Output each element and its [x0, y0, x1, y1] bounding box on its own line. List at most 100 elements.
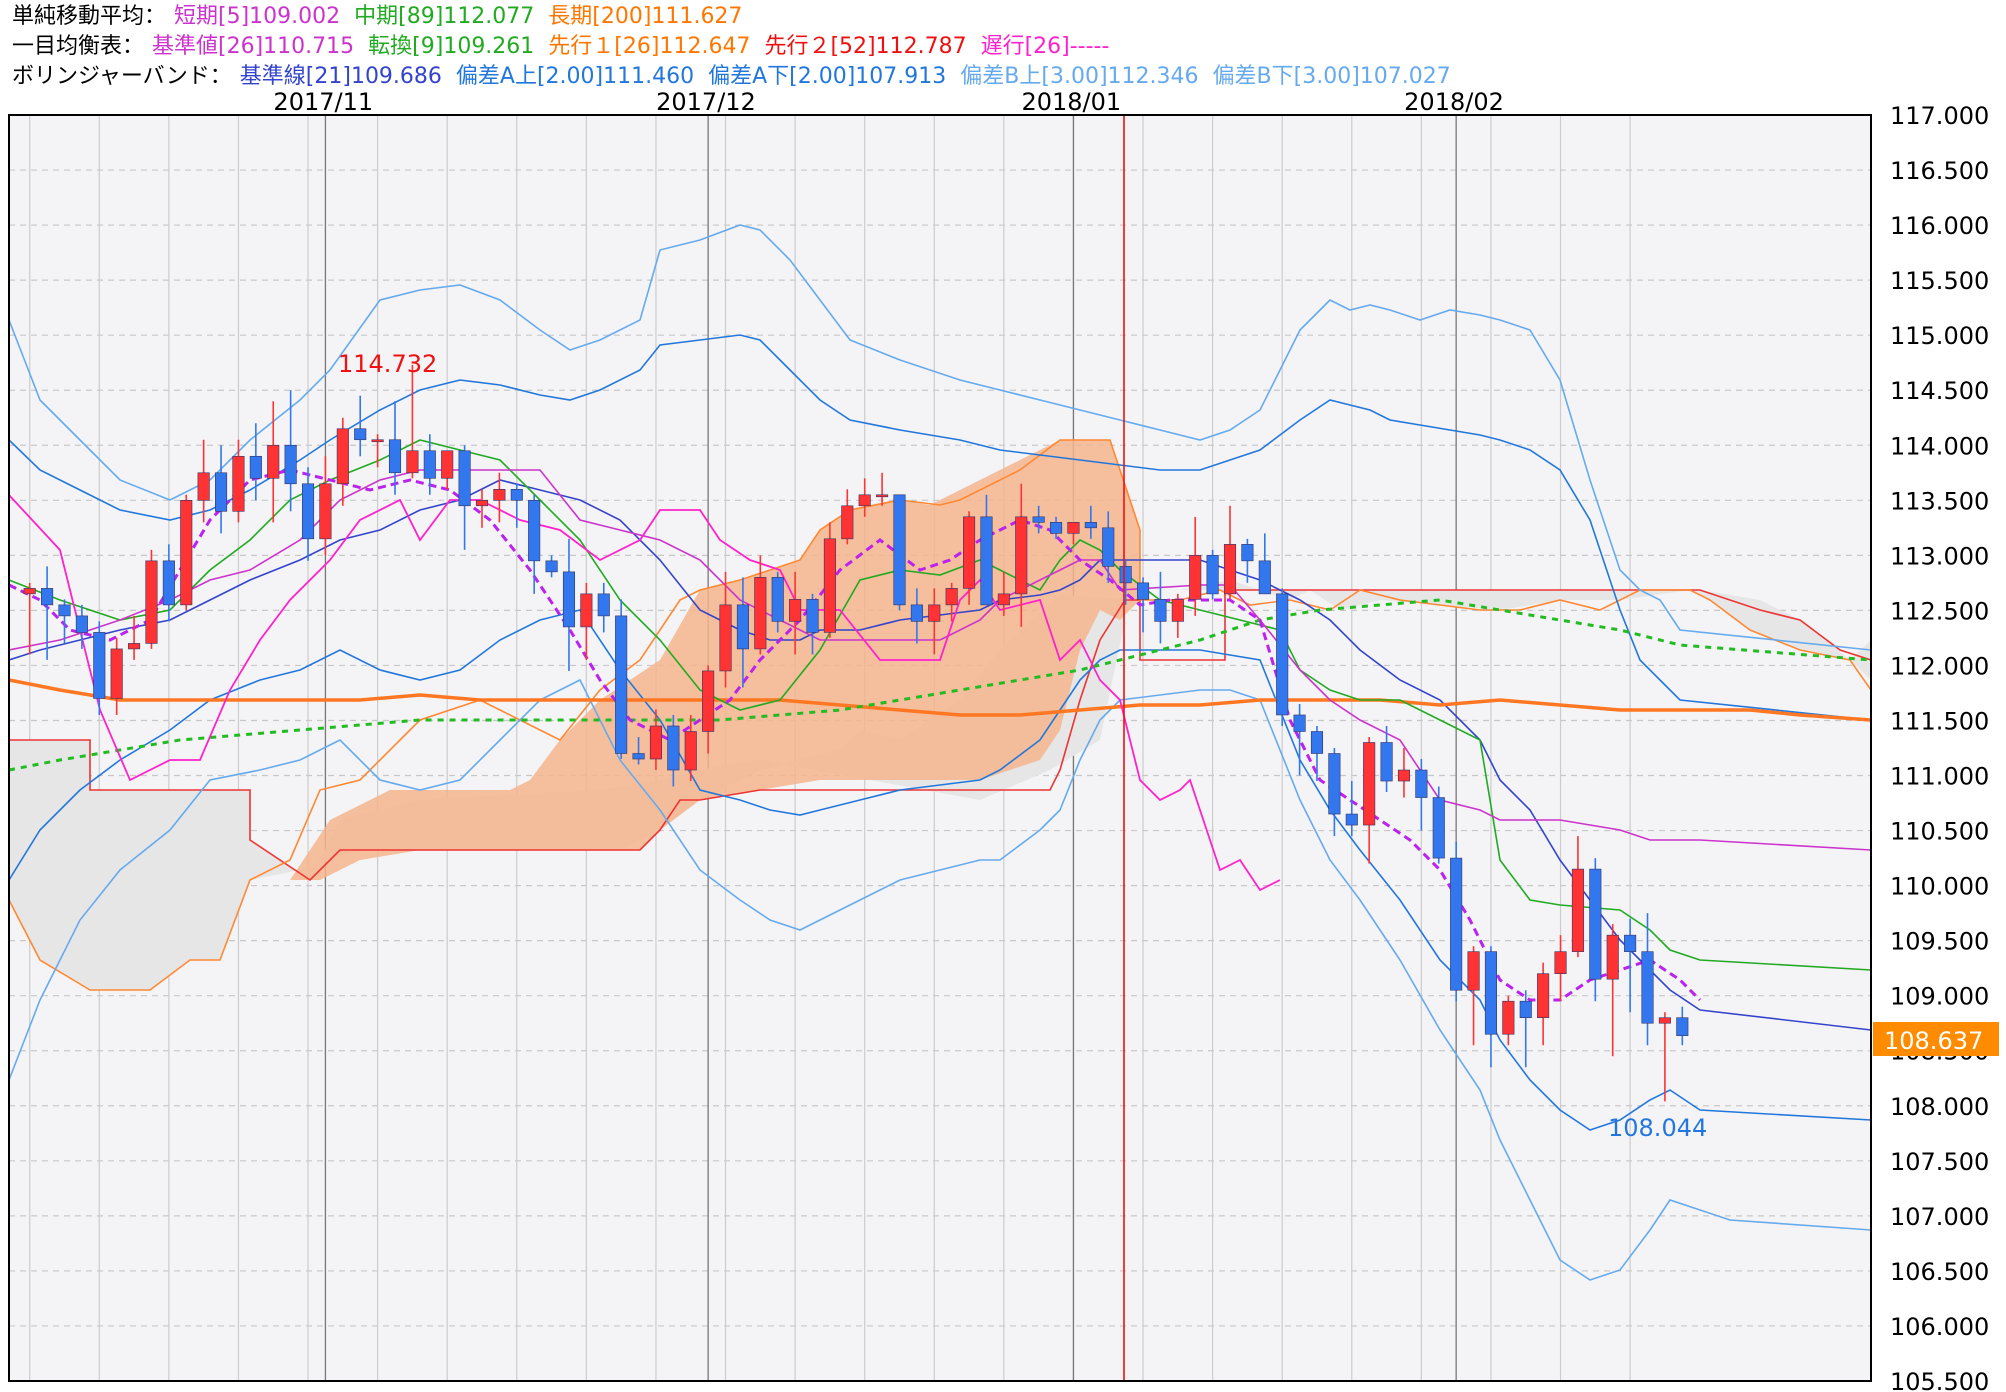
candle-body [23, 588, 36, 595]
candle-body [1223, 544, 1237, 595]
price-chart[interactable]: 117.000 116.500 116.000 115.500 115.000 114.5… [0, 0, 2006, 1392]
candle-body [928, 604, 941, 622]
candle-body [58, 604, 71, 617]
candle-body [406, 450, 419, 474]
candle-body [963, 516, 976, 589]
candle-body [319, 483, 332, 540]
y-tick-label: 110.000 [1890, 873, 1989, 901]
candle-body [110, 648, 123, 699]
candle-body [1345, 813, 1358, 826]
x-axis: 2017/11 2017/12 2018/01 2018/02 [273, 88, 1503, 116]
candle[interactable] [1450, 841, 1463, 1002]
candle-body [354, 428, 367, 441]
candle-body [232, 455, 245, 512]
y-tick-label: 108.000 [1890, 1093, 1989, 1121]
y-tick-label: 114.500 [1890, 377, 1989, 405]
candle-body [1206, 555, 1219, 595]
candle-body [545, 560, 558, 573]
candle-body [1310, 731, 1324, 754]
candle-body [1363, 742, 1376, 826]
candle-body [1450, 857, 1463, 991]
candle-body [510, 488, 523, 501]
candle-body [1658, 1017, 1671, 1024]
candle-body [702, 670, 715, 732]
y-tick-label: 112.000 [1890, 652, 1989, 680]
candle-body [128, 643, 141, 650]
candle[interactable] [145, 549, 158, 649]
y-tick-label: 112.500 [1890, 597, 1989, 625]
y-tick-label: 110.500 [1890, 818, 1989, 846]
candle-body [1467, 951, 1480, 991]
candle[interactable] [615, 599, 628, 760]
candle-body [1519, 1000, 1532, 1019]
candle-body [475, 500, 489, 507]
candle-body [1102, 527, 1115, 567]
y-tick-label: 117.000 [1890, 102, 1989, 130]
y-tick-label: 111.500 [1890, 707, 1989, 735]
y-tick-label: 109.500 [1890, 928, 1989, 956]
candle-body [910, 604, 923, 622]
candle-body [1032, 516, 1045, 523]
current-price-tag: 108.637 [1873, 1022, 1999, 1056]
y-tick-label: 116.500 [1890, 157, 1989, 185]
candle-body [823, 538, 836, 633]
candle-body [893, 494, 906, 606]
high-price-label: 114.732 [338, 350, 437, 378]
candle-body [267, 444, 280, 479]
low-price-label: 108.044 [1608, 1114, 1707, 1142]
candle[interactable] [180, 494, 193, 611]
candle-body [388, 439, 402, 474]
candle-body [684, 731, 697, 771]
candle-body [458, 450, 471, 507]
candle-body [528, 500, 541, 562]
candle-body [1641, 951, 1654, 1024]
candle-body [1189, 555, 1202, 600]
candle-body [336, 428, 349, 485]
candle-body [1537, 973, 1550, 1019]
candle-body [1050, 522, 1063, 534]
candle-body [615, 615, 628, 754]
candle-body [371, 439, 384, 443]
candle[interactable] [1432, 786, 1445, 864]
candle-body [441, 450, 454, 479]
y-tick-label: 113.000 [1890, 542, 1989, 570]
x-tick-label: 2017/11 [273, 88, 373, 116]
y-tick-label: 109.000 [1890, 983, 1989, 1011]
candle[interactable] [893, 494, 906, 611]
candle-body [1484, 951, 1497, 1035]
candle-body [41, 588, 54, 606]
x-tick-label: 2018/01 [1021, 88, 1121, 116]
candle-body [423, 450, 436, 479]
y-tick-label: 116.000 [1890, 212, 1989, 240]
candle-body [1328, 753, 1341, 815]
candle-body [1415, 769, 1428, 798]
candle-body [180, 500, 193, 606]
candle-body [1293, 714, 1306, 732]
y-tick-label: 107.000 [1890, 1203, 1989, 1231]
candle[interactable] [1206, 549, 1219, 600]
y-tick-label: 105.500 [1890, 1368, 1989, 1392]
candle-body [649, 725, 662, 760]
candle-body [1432, 797, 1445, 859]
candle-body [597, 593, 610, 617]
y-tick-label: 115.500 [1890, 267, 1989, 295]
candle-body [162, 560, 175, 606]
candle-body [841, 505, 854, 540]
candle-body [197, 472, 210, 501]
candle-body [667, 725, 680, 771]
candle-body [1067, 522, 1080, 534]
candle[interactable] [1276, 588, 1289, 726]
current-price-label: 108.637 [1884, 1027, 1983, 1055]
candle-body [1241, 544, 1254, 562]
candle-body [301, 483, 315, 540]
candle-body [215, 472, 228, 512]
candle[interactable] [823, 522, 836, 638]
candle-body [562, 571, 576, 628]
y-tick-label: 114.000 [1890, 432, 1989, 460]
y-tick-label: 113.500 [1890, 487, 1989, 515]
candle-body [789, 599, 802, 622]
candle-body [580, 593, 593, 628]
candle-body [1624, 934, 1637, 952]
candle-body [997, 593, 1010, 606]
candle-body [284, 444, 297, 485]
